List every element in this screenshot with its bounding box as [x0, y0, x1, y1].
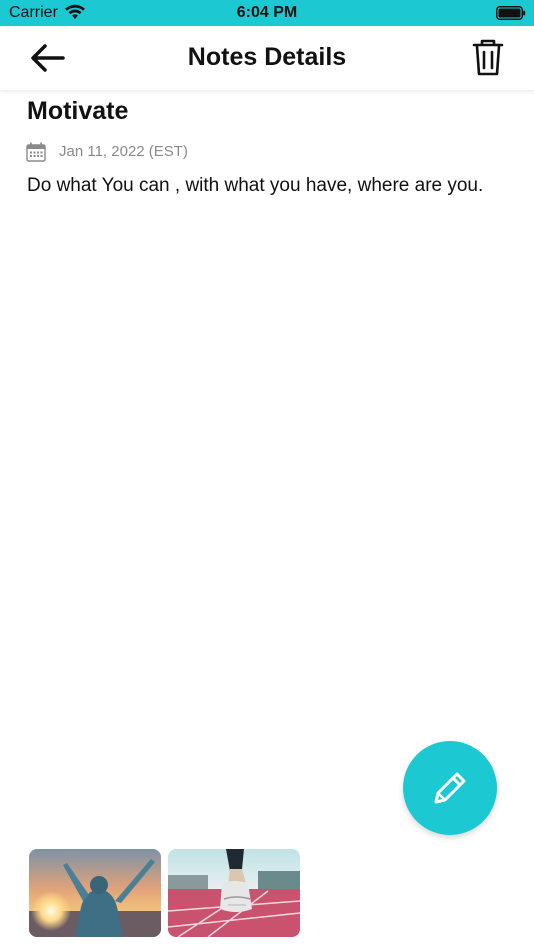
- attachment-thumbnail[interactable]: [168, 849, 300, 937]
- clock-time: 6:04 PM: [236, 4, 298, 21]
- note-date: Jan 11, 2022 (EST): [59, 143, 188, 160]
- delete-button[interactable]: [470, 38, 506, 78]
- attachment-thumbnail[interactable]: [29, 849, 161, 937]
- battery-icon: [496, 6, 526, 20]
- pencil-icon: [434, 772, 466, 804]
- page-title: Notes Details: [187, 43, 347, 71]
- note-title: Motivate: [27, 97, 129, 125]
- calendar-icon: [26, 142, 46, 162]
- header-bar: Notes Details: [0, 26, 534, 90]
- edit-note-button[interactable]: [403, 741, 497, 835]
- photo-runner-track: [168, 849, 300, 937]
- status-bar: Carrier 6:04 PM: [0, 0, 534, 26]
- photo-person-sunset: [29, 849, 161, 937]
- note-body: Do what You can , with what you have, wh…: [27, 175, 484, 196]
- trash-icon: [472, 39, 504, 76]
